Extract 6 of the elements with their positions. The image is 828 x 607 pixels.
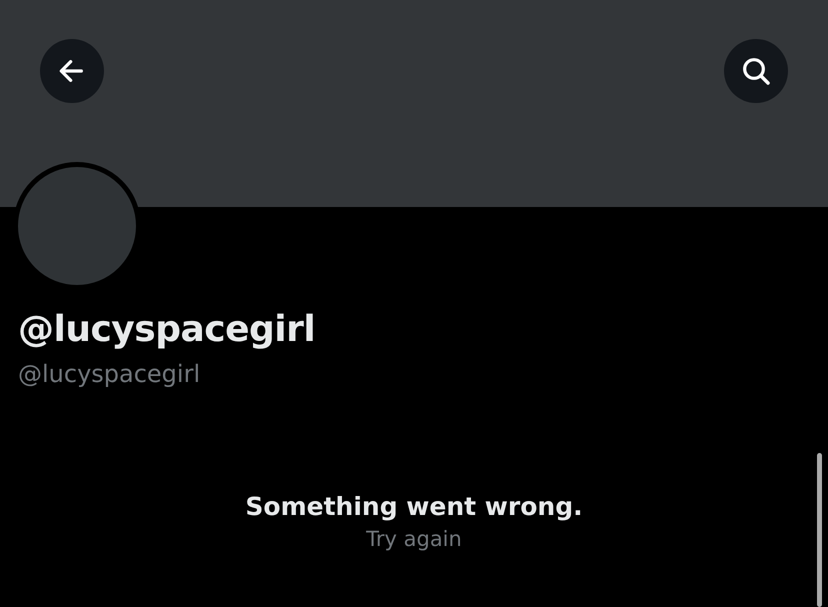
scrollbar[interactable] xyxy=(817,453,822,607)
error-message: Something went wrong. xyxy=(245,491,583,523)
try-again-link[interactable]: Try again xyxy=(366,524,462,554)
username: @lucyspacegirl xyxy=(18,359,202,390)
search-icon xyxy=(740,55,772,87)
display-name: @lucyspacegirl xyxy=(18,308,316,352)
